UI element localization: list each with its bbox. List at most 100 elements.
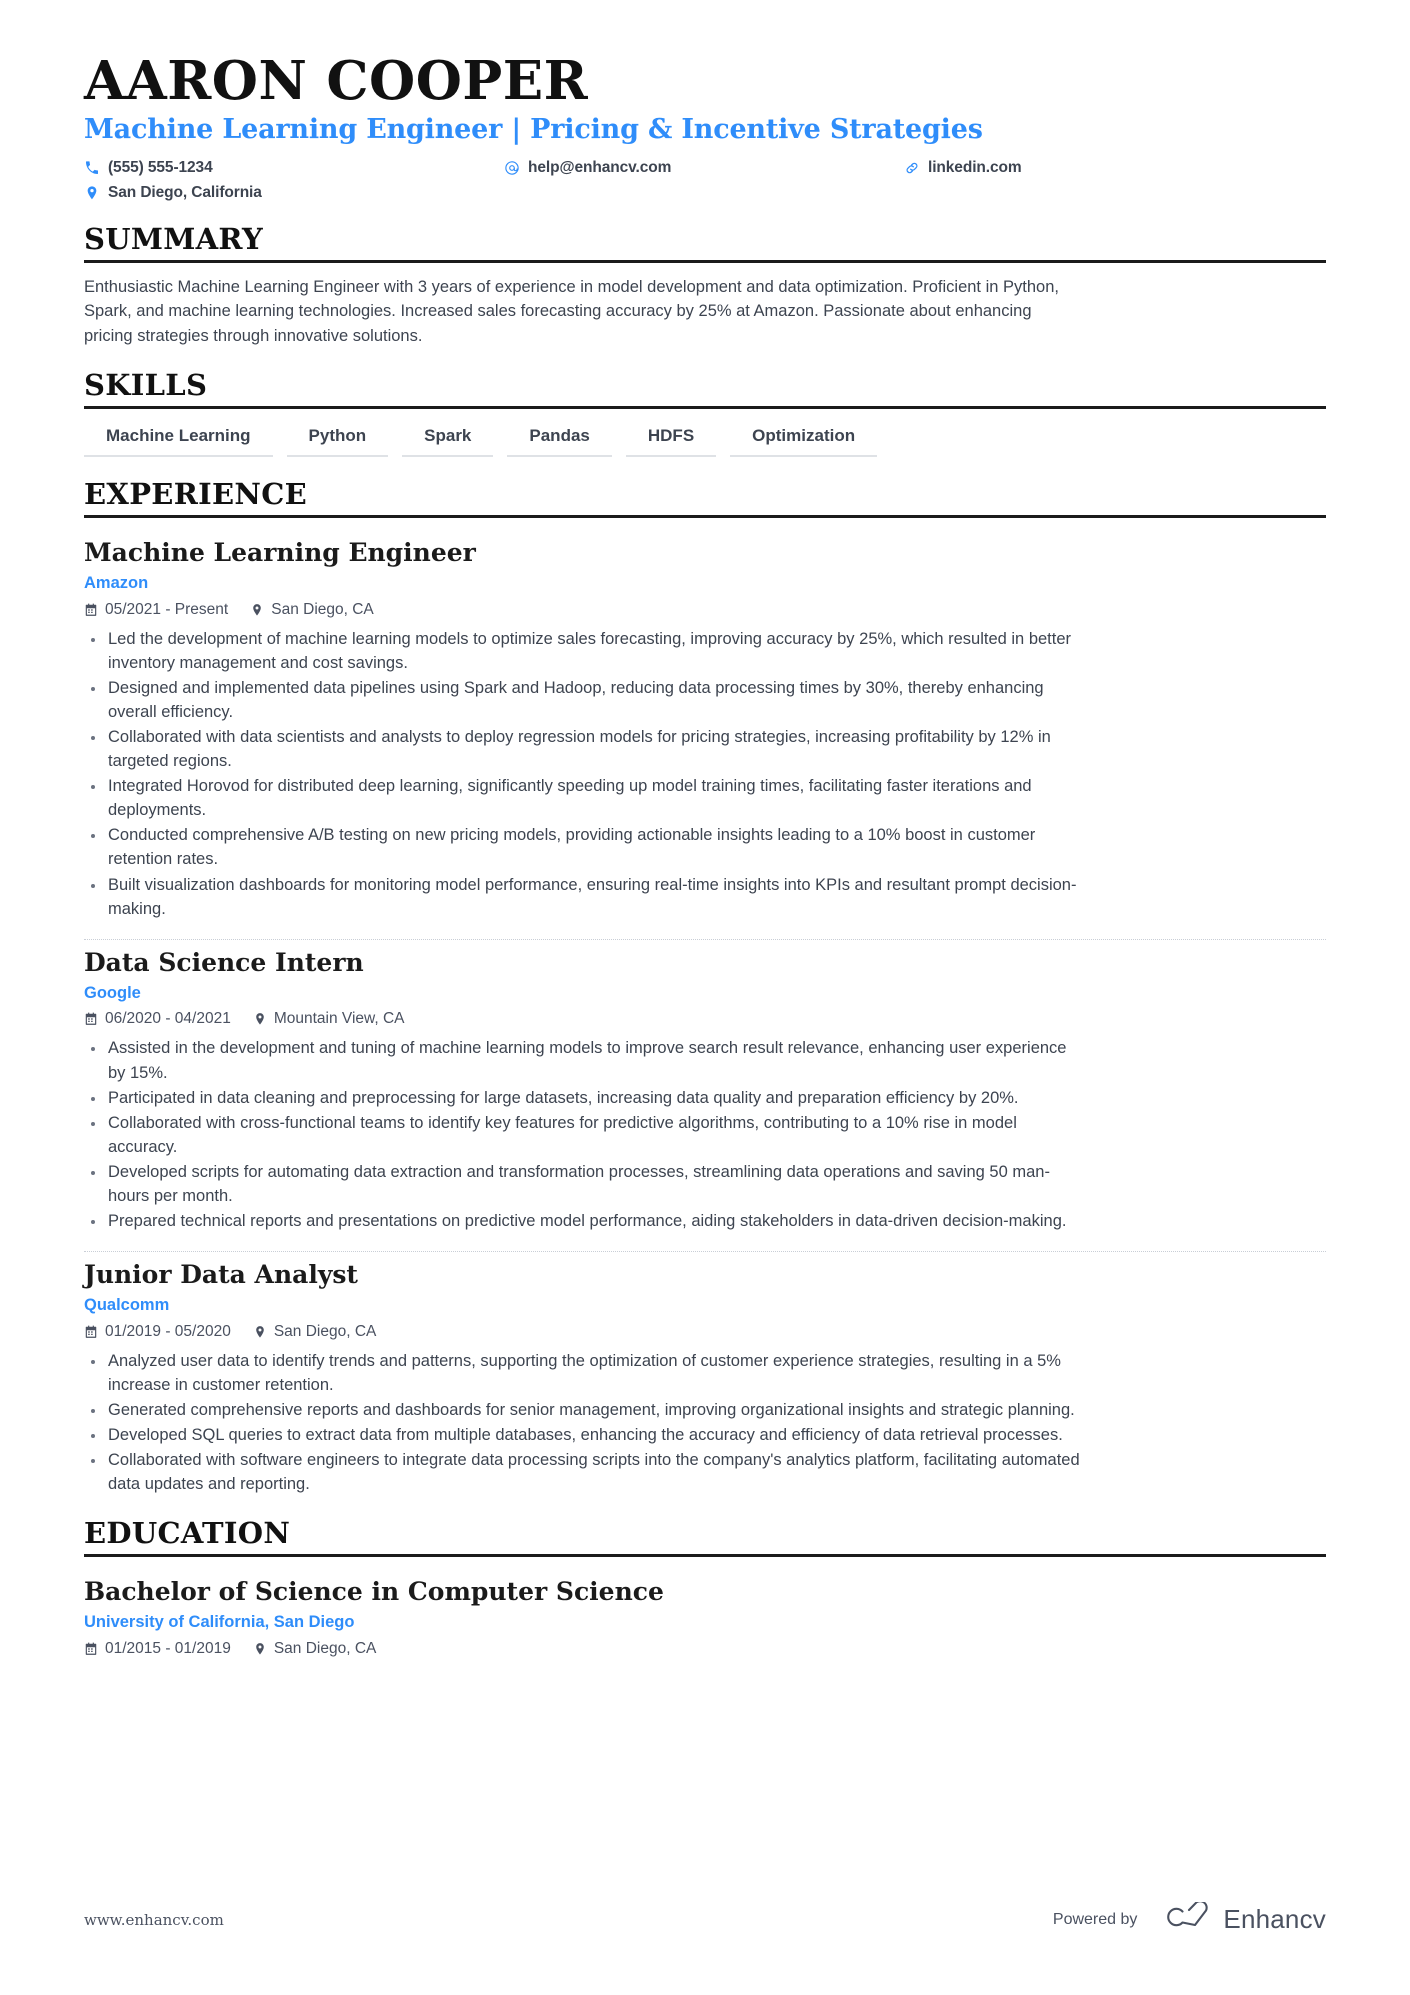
job-location: Mountain View, CA	[253, 1010, 405, 1028]
location-icon	[250, 603, 264, 617]
contact-email[interactable]: help@enhancv.com	[504, 159, 904, 177]
school-name[interactable]: University of California, San Diego	[84, 1613, 1326, 1633]
enhancv-wordmark: Enhancv	[1223, 1904, 1326, 1934]
section-summary: SUMMARY Enthusiastic Machine Learning En…	[84, 222, 1326, 348]
job-bullets: Analyzed user data to identify trends an…	[84, 1349, 1084, 1496]
skill-chip: Pandas	[507, 423, 612, 458]
entry-meta: 05/2021 - Present San Diego, CA	[84, 601, 1326, 619]
bullet-item: Collaborated with cross-functional teams…	[84, 1111, 1084, 1159]
contact-link[interactable]: linkedin.com	[904, 159, 1326, 177]
job-location: San Diego, CA	[250, 601, 374, 619]
calendar-icon	[84, 603, 98, 617]
entry-meta: 01/2019 - 05/2020 San Diego, CA	[84, 1323, 1326, 1341]
bullet-item: Designed and implemented data pipelines …	[84, 676, 1084, 724]
section-title-experience: EXPERIENCE	[84, 477, 307, 512]
resume-page: AARON COOPER Machine Learning Engineer |…	[0, 0, 1410, 1995]
resume-header: AARON COOPER Machine Learning Engineer |…	[84, 50, 1326, 202]
bullet-item: Collaborated with data scientists and an…	[84, 725, 1084, 773]
section-title-education: EDUCATION	[84, 1516, 291, 1551]
entry-meta: 01/2015 - 01/2019 San Diego, CA	[84, 1640, 1326, 1658]
powered-by-label: Powered by	[1052, 1910, 1138, 1928]
bullet-item: Conducted comprehensive A/B testing on n…	[84, 823, 1084, 871]
date-range-value: 01/2019 - 05/2020	[105, 1322, 231, 1340]
section-education: EDUCATION Bachelor of Science in Compute…	[84, 1516, 1326, 1658]
company-name[interactable]: Amazon	[84, 574, 1326, 594]
bullet-item: Participated in data cleaning and prepro…	[84, 1086, 1084, 1110]
date-range: 05/2021 - Present	[84, 601, 228, 619]
section-title-summary: SUMMARY	[84, 222, 263, 257]
date-range: 01/2015 - 01/2019	[84, 1640, 231, 1658]
email-icon	[504, 160, 520, 176]
location-icon	[253, 1642, 267, 1656]
bullet-item: Assisted in the development and tuning o…	[84, 1036, 1084, 1084]
skill-chip: Python	[286, 423, 389, 458]
experience-entry: Junior Data Analyst Qualcomm 01/2019 - 0…	[84, 1252, 1326, 1496]
date-range-value: 06/2020 - 04/2021	[105, 1010, 231, 1028]
bullet-item: Prepared technical reports and presentat…	[84, 1209, 1084, 1233]
calendar-icon	[84, 1325, 98, 1339]
bullet-item: Generated comprehensive reports and dash…	[84, 1398, 1084, 1422]
company-name[interactable]: Qualcomm	[84, 1296, 1326, 1316]
skill-chip: Optimization	[730, 423, 878, 458]
bullet-item: Analyzed user data to identify trends an…	[84, 1349, 1084, 1397]
bullet-item: Collaborated with software engineers to …	[84, 1448, 1084, 1496]
calendar-icon	[84, 1642, 98, 1656]
job-bullets: Assisted in the development and tuning o…	[84, 1036, 1084, 1233]
job-title: Data Science Intern	[84, 947, 364, 977]
job-title: Junior Data Analyst	[84, 1260, 358, 1290]
school-location: San Diego, CA	[253, 1640, 377, 1658]
contact-phone[interactable]: (555) 555-1234	[84, 159, 504, 177]
section-rule	[84, 1554, 1326, 1558]
date-range: 01/2019 - 05/2020	[84, 1323, 231, 1341]
location-icon	[253, 1012, 267, 1026]
section-rule	[84, 260, 1326, 263]
summary-text: Enthusiastic Machine Learning Engineer w…	[84, 278, 1059, 345]
skill-chip: Spark	[402, 423, 494, 458]
bullet-item: Led the development of machine learning …	[84, 627, 1084, 675]
bullet-item: Built visualization dashboards for monit…	[84, 873, 1084, 921]
section-experience: EXPERIENCE Machine Learning Engineer Ama…	[84, 477, 1326, 1496]
skill-chip: Machine Learning	[84, 423, 273, 458]
phone-icon	[84, 160, 100, 176]
contact-email-value: help@enhancv.com	[528, 159, 672, 177]
footer-url[interactable]: www.enhancv.com	[84, 1911, 224, 1929]
section-skills: SKILLS Machine Learning Python Spark Pan…	[84, 367, 1326, 458]
page-footer: www.enhancv.com Powered by Enhancv	[84, 1900, 1326, 1937]
bullet-item: Developed scripts for automating data ex…	[84, 1160, 1084, 1208]
link-icon	[904, 160, 920, 176]
enhancv-logo[interactable]: Enhancv	[1159, 1900, 1326, 1937]
date-range-value: 01/2015 - 01/2019	[105, 1640, 231, 1658]
entry-meta: 06/2020 - 04/2021 Mountain View, CA	[84, 1010, 1326, 1028]
job-bullets: Led the development of machine learning …	[84, 627, 1084, 921]
section-rule	[84, 405, 1326, 409]
company-name[interactable]: Google	[84, 984, 1326, 1004]
contact-location-value: San Diego, California	[108, 184, 262, 202]
degree-title: Bachelor of Science in Computer Science	[84, 1577, 664, 1607]
job-location-value: San Diego, CA	[271, 600, 374, 618]
section-rule	[84, 514, 1326, 518]
job-location-value: San Diego, CA	[273, 1322, 377, 1340]
job-title: Machine Learning Engineer	[84, 537, 476, 567]
calendar-icon	[84, 1012, 98, 1026]
contact-phone-value: (555) 555-1234	[108, 159, 213, 177]
job-location-value: Mountain View, CA	[273, 1010, 405, 1028]
candidate-name: AARON COOPER	[84, 50, 589, 112]
candidate-headline: Machine Learning Engineer | Pricing & In…	[84, 114, 983, 146]
footer-brand: Powered by Enhancv	[1052, 1900, 1326, 1937]
skills-list: Machine Learning Python Spark Pandas HDF…	[84, 423, 1326, 458]
date-range-value: 05/2021 - Present	[105, 600, 229, 618]
date-range: 06/2020 - 04/2021	[84, 1010, 231, 1028]
contact-info: (555) 555-1234 help@enhancv.com linkedin…	[84, 159, 1326, 202]
education-entry: Bachelor of Science in Computer Science …	[84, 1569, 1326, 1658]
bullet-item: Developed SQL queries to extract data fr…	[84, 1423, 1084, 1447]
school-location-value: San Diego, CA	[273, 1640, 377, 1658]
experience-entry: Data Science Intern Google 06/2020 - 04/…	[84, 940, 1326, 1233]
experience-entry: Machine Learning Engineer Amazon 05/2021…	[84, 530, 1326, 921]
contact-link-value: linkedin.com	[928, 159, 1022, 177]
enhancv-mark-icon	[1159, 1900, 1211, 1937]
location-icon	[84, 185, 100, 201]
section-title-skills: SKILLS	[84, 367, 208, 402]
bullet-item: Integrated Horovod for distributed deep …	[84, 774, 1084, 822]
contact-location: San Diego, California	[84, 184, 504, 202]
skill-chip: HDFS	[625, 423, 717, 458]
